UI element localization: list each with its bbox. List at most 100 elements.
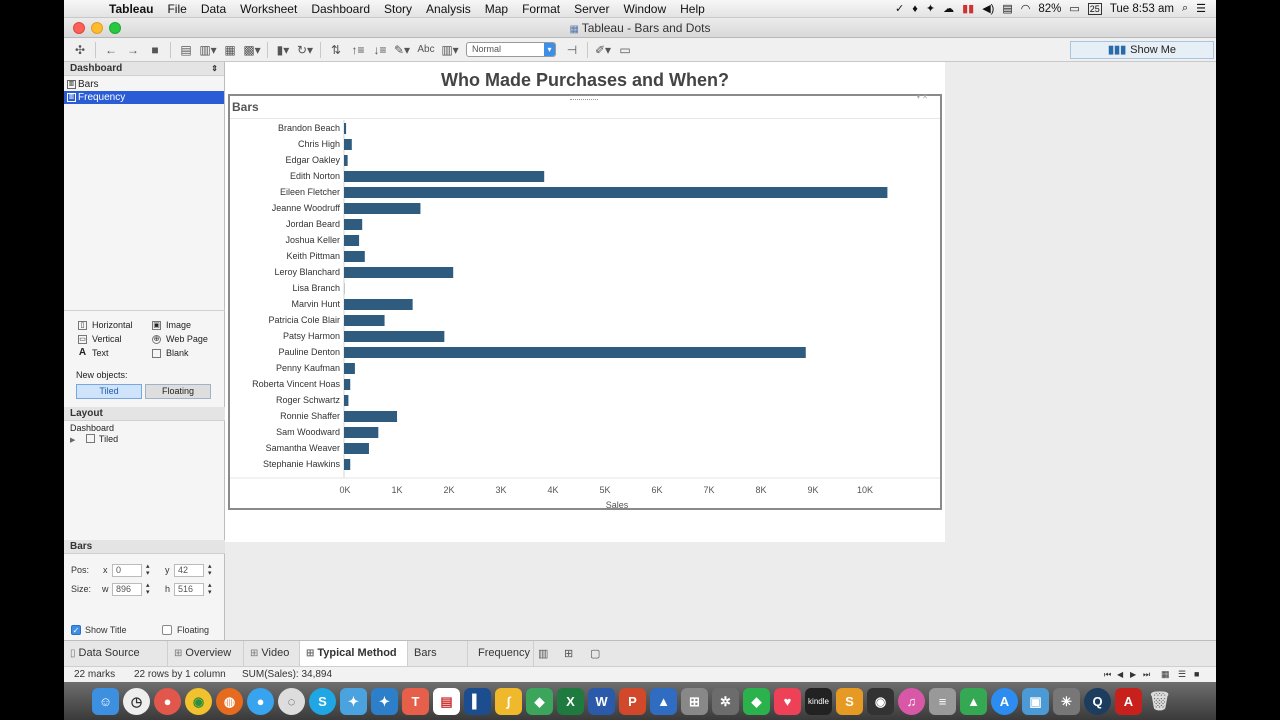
- sheet-item-frequency[interactable]: ▥ Frequency: [64, 91, 224, 104]
- excel-icon[interactable]: X: [557, 687, 584, 715]
- fix-axes-icon[interactable]: ⊣: [562, 41, 582, 59]
- layout-root[interactable]: Dashboard: [64, 423, 225, 433]
- bar[interactable]: [344, 427, 379, 438]
- labels-icon[interactable]: Abc: [414, 41, 438, 59]
- bar[interactable]: [344, 315, 385, 326]
- status-check-icon[interactable]: ✓: [895, 2, 904, 15]
- status-bell-icon[interactable]: ♦: [912, 3, 918, 15]
- size-w-field[interactable]: 896: [112, 583, 142, 596]
- messages-icon[interactable]: ●: [247, 687, 274, 715]
- panel-menu-icon[interactable]: ⇕: [211, 62, 218, 76]
- object-vertical[interactable]: ▭ Vertical: [76, 333, 122, 346]
- bar[interactable]: [344, 443, 369, 454]
- bar[interactable]: [344, 347, 806, 358]
- prev-page-icon[interactable]: ◀: [1117, 667, 1123, 682]
- menu-data[interactable]: Data: [194, 2, 233, 16]
- app-stars-icon[interactable]: ✳: [1053, 687, 1080, 715]
- pos-y-field[interactable]: 42: [174, 564, 204, 577]
- new-story-icon[interactable]: ▢: [590, 647, 600, 660]
- refresh-icon[interactable]: ↻▾: [295, 41, 315, 59]
- presentation-mode-icon[interactable]: ▭: [615, 41, 635, 59]
- show-me-button[interactable]: ▮▮▮ Show Me: [1070, 41, 1214, 59]
- clear-sheet-icon[interactable]: ▩▾: [242, 41, 262, 59]
- floating-button[interactable]: Floating: [145, 384, 211, 399]
- menu-format[interactable]: Format: [515, 2, 567, 16]
- new-worksheet-icon[interactable]: ▥: [538, 647, 548, 660]
- tab-typical-method[interactable]: ⊞ Typical Method: [300, 641, 408, 666]
- tableau-dock-icon[interactable]: T: [402, 687, 429, 715]
- sheet-item-bars[interactable]: ▥ Bars: [64, 78, 224, 91]
- status-cloud-icon[interactable]: ☁: [943, 2, 954, 15]
- bar[interactable]: [344, 123, 347, 134]
- sort-descending-icon[interactable]: ↓≡: [370, 41, 390, 59]
- object-text[interactable]: A Text: [76, 347, 109, 360]
- tab-overview[interactable]: ⊞ Overview: [168, 641, 244, 666]
- chrome-icon[interactable]: ◉: [185, 687, 212, 715]
- app-red-icon[interactable]: ●: [154, 687, 181, 715]
- chat-icon[interactable]: ◌: [278, 687, 305, 715]
- calendar-icon[interactable]: ▤: [433, 687, 460, 715]
- show-title-checkbox[interactable]: ✓: [71, 625, 81, 635]
- quicktime-icon[interactable]: Q: [1084, 687, 1111, 715]
- menu-worksheet[interactable]: Worksheet: [233, 2, 304, 16]
- list-view-icon[interactable]: ☰: [1178, 667, 1186, 682]
- powerpoint-icon[interactable]: P: [619, 687, 646, 715]
- menu-story[interactable]: Story: [377, 2, 419, 16]
- status-twitter-icon[interactable]: ✦: [926, 2, 935, 15]
- sort-ascending-icon[interactable]: ↑≡: [348, 41, 368, 59]
- clock[interactable]: Tue 8:53 am: [1110, 3, 1174, 15]
- first-page-icon[interactable]: ⏮: [1104, 667, 1111, 682]
- sublime-icon[interactable]: S: [836, 687, 863, 715]
- bar[interactable]: [344, 203, 421, 214]
- menu-file[interactable]: File: [160, 2, 193, 16]
- acrobat-icon[interactable]: A: [1115, 687, 1142, 715]
- bar[interactable]: [344, 331, 445, 342]
- app-store-icon[interactable]: A: [991, 687, 1018, 715]
- tab-video[interactable]: ⊞ Video: [244, 641, 300, 666]
- wifi-icon[interactable]: ◠: [1021, 2, 1031, 15]
- app-grid-icon[interactable]: ⊞: [681, 687, 708, 715]
- menu-dashboard[interactable]: Dashboard: [304, 2, 377, 16]
- new-worksheet-icon[interactable]: ▥▾: [198, 41, 218, 59]
- finder-icon[interactable]: ☺: [92, 687, 119, 715]
- itunes-icon[interactable]: ♫: [898, 687, 925, 715]
- pocket-icon[interactable]: ♥: [774, 687, 801, 715]
- bar[interactable]: [344, 251, 365, 262]
- bar[interactable]: [344, 363, 355, 374]
- twitter-alt-icon[interactable]: ✦: [371, 687, 398, 715]
- app-lines-icon[interactable]: ≡: [929, 687, 956, 715]
- bar[interactable]: [344, 139, 352, 150]
- size-h-field[interactable]: 516: [174, 583, 204, 596]
- disclosure-triangle-icon[interactable]: ▶: [70, 437, 75, 444]
- stepper-icon[interactable]: ▴ ▾: [208, 563, 212, 577]
- app-yellow-icon[interactable]: ∫: [495, 687, 522, 715]
- menu-help[interactable]: Help: [673, 2, 712, 16]
- next-page-icon[interactable]: ▶: [1130, 667, 1136, 682]
- bar[interactable]: [344, 235, 360, 246]
- twitter-icon[interactable]: ✦: [340, 687, 367, 715]
- keynote-icon[interactable]: ▲: [650, 687, 677, 715]
- flag-icon[interactable]: ▤: [1002, 2, 1012, 15]
- floating-checkbox[interactable]: [162, 625, 172, 635]
- minimize-window-icon[interactable]: [91, 22, 103, 34]
- menu-map[interactable]: Map: [478, 2, 515, 16]
- last-page-icon[interactable]: ⏭: [1143, 667, 1150, 682]
- screen-sharing-icon[interactable]: ▣: [1022, 687, 1049, 715]
- clock-app-icon[interactable]: ◷: [123, 687, 150, 715]
- close-window-icon[interactable]: [73, 22, 85, 34]
- object-image[interactable]: ▣ Image: [150, 319, 191, 332]
- undo-icon[interactable]: ←: [101, 41, 121, 59]
- chart-type-icon[interactable]: ▥▾: [440, 41, 460, 59]
- bar[interactable]: [344, 187, 888, 198]
- tableau-logo-icon[interactable]: ✣: [70, 41, 90, 59]
- battery-icon[interactable]: ▭: [1069, 2, 1079, 15]
- drive-icon[interactable]: ▲: [960, 687, 987, 715]
- duplicate-sheet-icon[interactable]: ▦: [220, 41, 240, 59]
- tab-bars[interactable]: Bars: [408, 641, 468, 666]
- bar[interactable]: [344, 171, 545, 182]
- volume-icon[interactable]: ◀): [982, 2, 994, 15]
- bar[interactable]: [344, 379, 351, 390]
- pause-updates-icon[interactable]: ▮▾: [273, 41, 293, 59]
- fit-select[interactable]: Normal ▾: [466, 42, 556, 57]
- swap-icon[interactable]: ⇅: [326, 41, 346, 59]
